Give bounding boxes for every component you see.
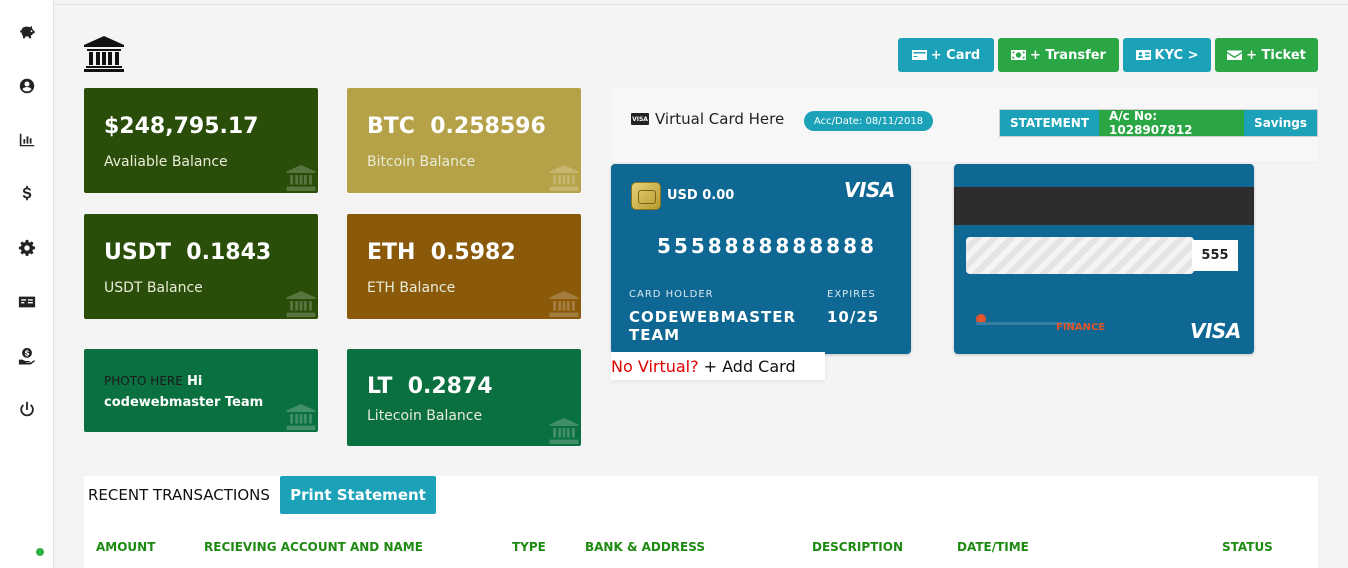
bank-name: FINANCE [1056, 322, 1106, 333]
statement-group: STATEMENT A/c No: 1028907812 Savings [999, 109, 1318, 137]
virtual-card-panel: VISA Virtual Card Here Acc/Date: 08/11/2… [611, 88, 1318, 162]
btc-balance-amount: BTC 0.258596 [367, 114, 546, 139]
money-bill-icon [1011, 50, 1027, 60]
btc-balance-label: Bitcoin Balance [367, 154, 476, 170]
recent-transactions-title: RECENT TRANSACTIONS [88, 486, 270, 504]
online-status-dot [36, 548, 44, 556]
add-transfer-button[interactable]: + Transfer [998, 38, 1119, 72]
column-header-status: STATUS [1222, 540, 1273, 554]
dollar-icon[interactable] [17, 184, 37, 204]
id-card-icon [1135, 50, 1151, 60]
profile-card: PHOTO HERE Hi codewebmaster Team [84, 349, 318, 432]
column-header-amount: AMOUNT [96, 540, 156, 554]
add-card-button[interactable]: + Card [898, 38, 994, 72]
available-balance-label: Avaliable Balance [104, 154, 228, 170]
column-header-datetime: DATE/TIME [957, 540, 1029, 554]
card-back[interactable]: 555 FINANCE VISA [954, 164, 1254, 354]
kyc-button[interactable]: KYC > [1123, 38, 1211, 72]
available-balance-card: $248,795.17 Avaliable Balance [84, 88, 318, 193]
chart-bar-icon[interactable] [17, 130, 37, 150]
bank-watermark-icon [286, 404, 316, 430]
card-holder-label: CARD HOLDER [629, 289, 714, 300]
sidebar [0, 0, 54, 568]
add-ticket-label: + Ticket [1246, 47, 1306, 63]
usdt-balance-amount: USDT 0.1843 [104, 240, 272, 265]
bank-watermark-icon [549, 165, 579, 191]
usdt-balance-label: USDT Balance [104, 280, 203, 296]
add-ticket-button[interactable]: + Ticket [1215, 38, 1318, 72]
envelope-icon [1227, 50, 1243, 60]
bank-watermark-icon [286, 165, 316, 191]
card-front[interactable]: USD 0.00 VISA 5558888888888 CARD HOLDER … [611, 164, 911, 354]
column-header-type: TYPE [512, 540, 546, 554]
column-header-bank-address: BANK & ADDRESS [585, 540, 705, 554]
magnetic-stripe [954, 187, 1254, 225]
visa-logo-back: VISA [1190, 319, 1241, 343]
bank-watermark-icon [549, 291, 579, 317]
eth-balance-label: ETH Balance [367, 280, 456, 296]
account-type: Savings [1244, 110, 1317, 136]
bank-logo-icon [84, 36, 124, 72]
virtual-card-title-text: Virtual Card Here [655, 110, 785, 128]
print-statement-button[interactable]: Print Statement [280, 476, 436, 514]
piggy-bank-icon[interactable] [17, 22, 37, 42]
virtual-card-title: VISA Virtual Card Here [631, 110, 784, 128]
credit-card-icon [911, 50, 927, 60]
litecoin-balance-card: LT 0.2874 Litecoin Balance [347, 349, 581, 446]
card-holder-name: CODEWEBMASTER TEAM [629, 308, 797, 344]
visa-logo: VISA [844, 178, 895, 202]
gear-icon[interactable] [17, 238, 37, 258]
top-divider [54, 4, 1348, 5]
greeting-hi: Hi [186, 374, 203, 389]
user-circle-icon[interactable] [17, 76, 37, 96]
card-expires: 10/25 [827, 308, 880, 326]
lt-balance-label: Litecoin Balance [367, 408, 483, 424]
power-icon[interactable] [17, 400, 37, 420]
eth-balance-card: ETH 0.5982 ETH Balance [347, 214, 581, 319]
add-transfer-label: + Transfer [1030, 47, 1106, 63]
column-header-description: DESCRIPTION [812, 540, 904, 554]
no-virtual-text: No Virtual? [611, 356, 699, 376]
profile-greeting: PHOTO HERE Hi codewebmaster Team [104, 371, 304, 413]
bank-watermark-icon [286, 291, 316, 317]
btc-balance-card: BTC 0.258596 Bitcoin Balance [347, 88, 581, 193]
bank-watermark-icon [549, 418, 579, 444]
lt-balance-amount: LT 0.2874 [367, 374, 493, 399]
signature-strip [966, 237, 1194, 274]
card-cvv: 555 [1192, 240, 1238, 271]
available-balance-amount: $248,795.17 [104, 114, 259, 139]
kyc-label: KYC > [1154, 47, 1199, 63]
profile-name: codewebmaster Team [104, 395, 264, 410]
no-virtual-prompt: No Virtual? + Add Card [611, 352, 825, 380]
add-card-label: + Card [930, 47, 981, 63]
visa-card-icon: VISA [631, 113, 649, 125]
hand-coin-icon[interactable] [17, 346, 37, 366]
statement-button[interactable]: STATEMENT [1000, 110, 1100, 136]
eth-balance-amount: ETH 0.5982 [367, 240, 516, 265]
column-header-receiving-account: RECIEVING ACCOUNT AND NAME [204, 540, 423, 554]
card-balance: USD 0.00 [667, 188, 735, 203]
card-expires-label: EXPIRES [827, 289, 876, 300]
card-number: 5558888888888 [657, 234, 877, 258]
account-date-badge: Acc/Date: 08/11/2018 [804, 111, 934, 131]
add-card-link[interactable]: + Add Card [704, 357, 796, 376]
profile-photo-placeholder: PHOTO HERE [104, 374, 183, 388]
money-check-icon[interactable] [17, 292, 37, 312]
usdt-balance-card: USDT 0.1843 USDT Balance [84, 214, 318, 319]
account-number: A/c No: 1028907812 [1099, 109, 1245, 137]
recent-transactions-panel: RECENT TRANSACTIONS Print Statement AMOU… [84, 476, 1318, 568]
card-chip-icon [631, 182, 661, 210]
